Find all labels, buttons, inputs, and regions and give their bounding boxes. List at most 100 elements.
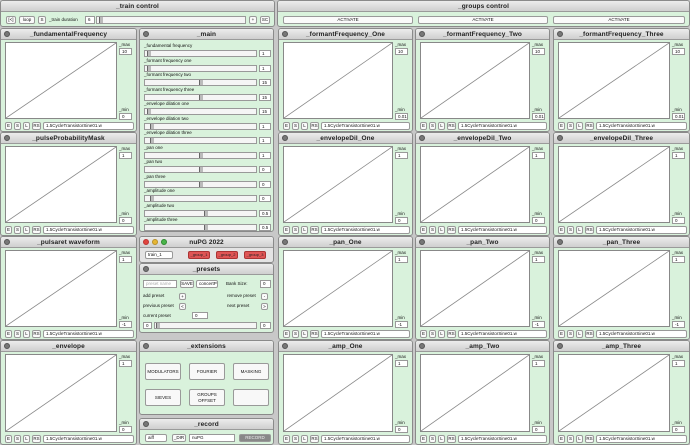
param-value[interactable]: 0.5: [259, 209, 271, 217]
remove-preset-button[interactable]: -: [261, 293, 268, 300]
param-value[interactable]: 0.5: [259, 224, 271, 231]
wavetable-select[interactable]: 1.5CycleTransistorSine01.w: [43, 226, 134, 234]
empty-extension-button[interactable]: [233, 389, 269, 406]
max-field[interactable]: 1: [672, 360, 685, 367]
rs-button[interactable]: RS: [585, 435, 594, 443]
fourier-button[interactable]: FOURIER: [189, 363, 225, 380]
max-field[interactable]: 1: [119, 152, 132, 159]
activate-button-2[interactable]: ACTIVATE: [418, 16, 548, 24]
s-button[interactable]: S: [14, 435, 21, 443]
s-button[interactable]: S: [429, 330, 436, 338]
e-button[interactable]: E: [420, 435, 427, 443]
min-field[interactable]: 0.01: [672, 113, 685, 120]
max-field[interactable]: 1: [532, 360, 545, 367]
previous-preset-button[interactable]: <: [179, 303, 186, 310]
e-button[interactable]: E: [558, 122, 565, 130]
activate-button-1[interactable]: ACTIVATE: [283, 16, 413, 24]
plus-button[interactable]: +: [249, 16, 257, 24]
param-value[interactable]: 0: [259, 166, 271, 173]
max-field[interactable]: 1: [672, 152, 685, 159]
wavetable-select[interactable]: 1.5CycleTransistorSine01.w: [458, 226, 547, 234]
param-value[interactable]: 1: [259, 64, 271, 72]
e-button[interactable]: E: [5, 330, 12, 338]
s-button[interactable]: S: [567, 226, 574, 234]
e-button[interactable]: E: [420, 330, 427, 338]
wavetable-select[interactable]: 1.5CycleTransistorSine01.w: [321, 226, 410, 234]
concert-select[interactable]: concertP: [196, 280, 218, 288]
filename-field[interactable]: nuPG: [189, 434, 235, 442]
s-button[interactable]: S: [292, 122, 299, 130]
wavetable-select[interactable]: 1.5CycleTransistorSine01.w: [321, 330, 410, 338]
min-field[interactable]: 0: [119, 426, 132, 433]
max-field[interactable]: 1: [672, 256, 685, 263]
param-slider[interactable]: [144, 224, 257, 231]
min-field[interactable]: 0: [119, 217, 132, 224]
l-button[interactable]: L: [23, 122, 30, 130]
envelope-plot[interactable]: [5, 250, 117, 327]
wavetable-select[interactable]: 1.5CycleTransistorSine01.w: [321, 122, 410, 130]
e-button[interactable]: E: [5, 122, 12, 130]
e-button[interactable]: E: [5, 435, 12, 443]
dir-button[interactable]: _DIR: [172, 434, 186, 442]
preset-slider[interactable]: [154, 322, 257, 329]
modulators-button[interactable]: MODULATORS: [145, 363, 181, 380]
envelope-plot[interactable]: [5, 42, 117, 119]
next-preset-button[interactable]: >: [261, 303, 268, 310]
param-slider[interactable]: [144, 79, 257, 86]
e-button[interactable]: E: [283, 330, 290, 338]
s-button[interactable]: S: [292, 330, 299, 338]
envelope-plot[interactable]: [283, 250, 393, 327]
s-button[interactable]: S: [14, 330, 21, 338]
min-field[interactable]: 0.01: [395, 113, 408, 120]
e-button[interactable]: E: [283, 226, 290, 234]
envelope-plot[interactable]: [558, 42, 670, 119]
s-button[interactable]: S: [38, 16, 46, 24]
max-field[interactable]: 10: [672, 48, 685, 55]
rs-button[interactable]: RS: [310, 330, 319, 338]
envelope-plot[interactable]: [283, 146, 393, 223]
min-field[interactable]: 0: [119, 113, 132, 120]
group-1-button[interactable]: _group_1: [188, 251, 210, 259]
min-field[interactable]: 0.01: [532, 113, 545, 120]
group-3-button[interactable]: _group_3: [244, 251, 266, 259]
s-button[interactable]: S: [429, 226, 436, 234]
e-button[interactable]: E: [283, 435, 290, 443]
envelope-plot[interactable]: [420, 250, 530, 327]
groups-offset-button[interactable]: GROUPS OFFSET: [189, 389, 225, 406]
param-slider[interactable]: [144, 93, 257, 101]
param-slider[interactable]: [144, 166, 257, 173]
l-button[interactable]: L: [301, 330, 308, 338]
max-field[interactable]: 10: [395, 48, 408, 55]
envelope-plot[interactable]: [558, 250, 670, 327]
preset-index-field[interactable]: 0: [143, 322, 152, 329]
record-button[interactable]: RECORD: [239, 434, 271, 442]
rs-button[interactable]: RS: [32, 122, 41, 130]
envelope-plot[interactable]: [5, 354, 117, 432]
param-value[interactable]: 1: [259, 151, 271, 159]
min-field[interactable]: 0: [395, 217, 408, 224]
e-button[interactable]: E: [420, 122, 427, 130]
envelope-plot[interactable]: [420, 146, 530, 223]
train-duration-field[interactable]: 6: [85, 16, 95, 24]
wavetable-select[interactable]: 1.5CycleTransistorSine01.w: [43, 435, 134, 443]
wavetable-select[interactable]: 1.5CycleTransistorSine01.w: [43, 122, 134, 130]
max-field[interactable]: 1: [119, 360, 132, 367]
bank-size-field[interactable]: 0: [260, 280, 271, 288]
sieves-button[interactable]: SIEVES: [145, 389, 181, 406]
param-slider[interactable]: [144, 108, 257, 115]
envelope-plot[interactable]: [283, 354, 393, 432]
s-button[interactable]: S: [14, 226, 21, 234]
param-value[interactable]: 1: [259, 50, 271, 57]
rs-button[interactable]: RS: [447, 122, 456, 130]
min-field[interactable]: 0: [672, 426, 685, 433]
param-slider[interactable]: [144, 195, 257, 202]
min-field[interactable]: -1: [119, 321, 132, 328]
max-field[interactable]: 10: [119, 48, 132, 55]
wavetable-select[interactable]: 1.5CycleTransistorSine01.w: [596, 435, 687, 443]
rs-button[interactable]: RS: [32, 330, 41, 338]
wavetable-select[interactable]: 1.5CycleTransistorSine01.w: [321, 435, 410, 443]
rs-button[interactable]: RS: [585, 122, 594, 130]
param-value[interactable]: 15: [259, 93, 271, 101]
wavetable-select[interactable]: 1.5CycleTransistorSine01.w: [596, 330, 687, 338]
rs-button[interactable]: RS: [310, 122, 319, 130]
